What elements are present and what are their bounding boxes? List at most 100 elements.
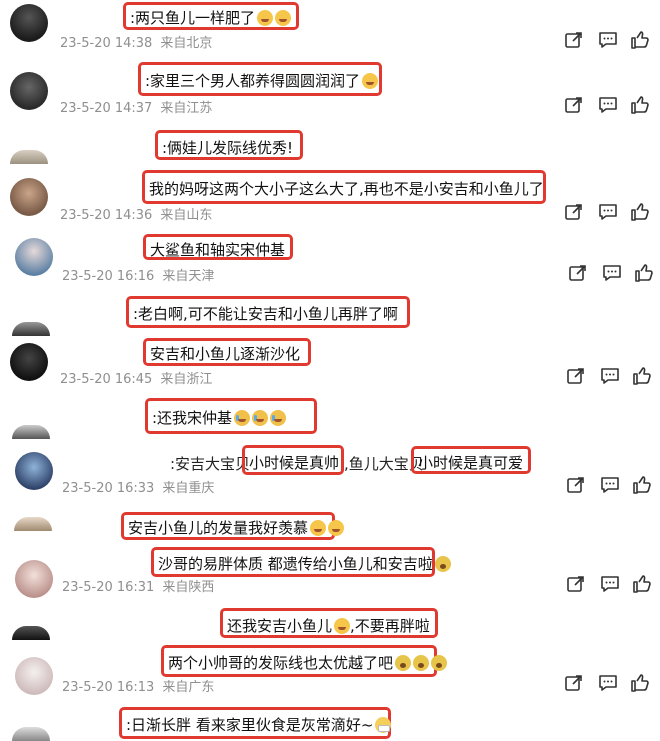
- share-icon[interactable]: [564, 673, 584, 693]
- avatar[interactable]: [12, 727, 50, 741]
- comment-meta: 23-5-20 16:33 来自重庆: [62, 477, 222, 496]
- thumbs-up-icon[interactable]: [630, 30, 650, 50]
- comment-time: 23-5-20 16:31: [62, 580, 155, 595]
- avatar[interactable]: [10, 150, 48, 164]
- thumbs-up-icon[interactable]: [630, 95, 650, 115]
- laugh-emoji-icon: [275, 10, 292, 26]
- crying-emoji-icon: [252, 410, 269, 426]
- thumbs-up-icon[interactable]: [632, 574, 652, 594]
- thumbs-up-icon[interactable]: [630, 202, 650, 222]
- avatar[interactable]: [10, 4, 48, 42]
- comment-meta: 23-5-20 14:36 来自山东: [60, 204, 220, 223]
- thumbs-up-icon[interactable]: [632, 366, 652, 386]
- comment-icon[interactable]: [600, 475, 620, 495]
- comment-time: 23-5-20 16:33: [62, 481, 155, 496]
- scared-emoji-icon: [413, 655, 430, 671]
- comment-text-after: ,不要再胖啦: [350, 617, 430, 635]
- share-icon[interactable]: [568, 263, 588, 283]
- comment-text: 小时候是真可爱: [418, 454, 524, 472]
- scared-emoji-icon: [434, 556, 451, 572]
- crying-emoji-icon: [270, 410, 287, 426]
- scared-emoji-icon: [395, 655, 412, 671]
- comment-time: 23-5-20 16:13: [62, 680, 155, 695]
- thumbs-up-icon[interactable]: [634, 263, 654, 283]
- share-icon[interactable]: [564, 95, 584, 115]
- comment-highlight: 还我安吉小鱼儿 ,不要再胖啦: [220, 608, 438, 638]
- comment-highlight: 小时候是真帅: [242, 445, 344, 475]
- comment-time: 23-5-20 14:37: [60, 101, 153, 116]
- comment-icon[interactable]: [600, 574, 620, 594]
- avatar[interactable]: [12, 626, 50, 640]
- comment-location: 来自浙江: [160, 372, 213, 387]
- avatar[interactable]: [15, 452, 53, 490]
- comment-highlight: :日渐长胖 看来家里伙食是灰常滴好~: [119, 707, 392, 739]
- comment-icon[interactable]: [602, 263, 622, 283]
- comment-meta: 23-5-20 14:37 来自江苏: [60, 97, 220, 116]
- share-icon[interactable]: [566, 366, 586, 386]
- comment-meta: 23-5-20 16:13 来自广东: [62, 676, 222, 695]
- avatar[interactable]: [14, 517, 52, 531]
- comment-highlight: 安吉和小鱼儿逐渐沙化: [143, 338, 311, 366]
- thumbs-up-icon[interactable]: [632, 475, 652, 495]
- avatar[interactable]: [15, 657, 53, 695]
- comment-highlight: 两个小帅哥的发际线也太优越了吧: [161, 645, 448, 677]
- comment-icon[interactable]: [600, 366, 620, 386]
- comment-text: :日渐长胖 看来家里伙食是灰常滴好~: [126, 716, 374, 734]
- comment-highlight: :还我宋仲基: [145, 398, 317, 434]
- comment-text: 安吉和小鱼儿逐渐沙化: [150, 345, 301, 363]
- crying-emoji-icon: [234, 410, 251, 426]
- share-icon[interactable]: [564, 202, 584, 222]
- comment-location: 来自江苏: [160, 101, 213, 116]
- comment-text: 两个小帅哥的发际线也太优越了吧: [168, 654, 394, 672]
- comment-icon[interactable]: [598, 202, 618, 222]
- comment-highlight: 沙哥的易胖体质 都遗传给小鱼儿和安吉啦: [151, 547, 451, 577]
- comment-location: 来自天津: [162, 269, 215, 284]
- avatar[interactable]: [12, 322, 50, 336]
- comment-highlight: :老白啊,可不能让安吉和小鱼儿再胖了啊: [126, 296, 410, 328]
- thumbs-up-icon[interactable]: [630, 673, 650, 693]
- comment-meta: 23-5-20 16:45 来自浙江: [60, 368, 220, 387]
- comment-icon[interactable]: [598, 95, 618, 115]
- comment-meta: 23-5-20 16:31 来自陕西: [62, 576, 222, 595]
- comment-text: 我的妈呀这两个大小子这么大了,再也不是小安吉和小鱼儿了: [149, 180, 544, 198]
- comment-text: 小时候是真帅: [249, 454, 340, 472]
- comment-highlight: :两只鱼儿一样肥了: [123, 2, 299, 30]
- avatar[interactable]: [15, 560, 53, 598]
- comment-highlight: 小时候是真可爱: [411, 446, 531, 474]
- share-icon[interactable]: [566, 574, 586, 594]
- comment-highlight: 我的妈呀这两个大小子这么大了,再也不是小安吉和小鱼儿了: [142, 170, 546, 204]
- comment-text: :老白啊,可不能让安吉和小鱼儿再胖了啊: [133, 305, 398, 323]
- scared-emoji-icon: [431, 655, 448, 671]
- comment-highlight: 安吉小鱼儿的发量我好羡慕: [121, 512, 345, 540]
- comment-time: 23-5-20 16:45: [60, 372, 153, 387]
- share-icon[interactable]: [566, 475, 586, 495]
- comment-icon[interactable]: [598, 673, 618, 693]
- comment-text: 沙哥的易胖体质 都遗传给小鱼儿和安吉啦: [158, 555, 433, 573]
- avatar[interactable]: [12, 425, 50, 439]
- laugh-emoji-icon: [328, 520, 345, 536]
- comment-text: :家里三个男人都养得圆圆润润了: [145, 72, 361, 90]
- comment-meta: 23-5-20 16:16 来自天津: [62, 265, 222, 284]
- laugh-emoji-icon: [310, 520, 327, 536]
- mask-emoji-icon: [375, 717, 392, 733]
- avatar[interactable]: [15, 238, 53, 276]
- laugh-emoji-icon: [334, 618, 351, 634]
- comment-meta: 23-5-20 14:38 来自北京: [60, 32, 220, 51]
- comment-location: 来自广东: [162, 680, 215, 695]
- comment-text: :还我宋仲基: [152, 409, 233, 427]
- avatar[interactable]: [10, 72, 48, 110]
- share-icon[interactable]: [564, 30, 584, 50]
- avatar[interactable]: [10, 343, 48, 381]
- avatar[interactable]: [10, 178, 48, 216]
- comment-text: 安吉小鱼儿的发量我好羡慕: [128, 519, 309, 537]
- comment-time: 23-5-20 16:16: [62, 269, 155, 284]
- comment-text: :两只鱼儿一样肥了: [130, 9, 256, 27]
- comment-icon[interactable]: [598, 30, 618, 50]
- laugh-emoji-icon: [362, 73, 379, 89]
- comment-text: 还我安吉小鱼儿: [227, 617, 333, 635]
- comment-highlight: :家里三个男人都养得圆圆润润了: [138, 62, 382, 96]
- comment-time: 23-5-20 14:38: [60, 36, 153, 51]
- comment-text: 大鲨鱼和轴实宋仲基: [150, 241, 286, 259]
- comment-location: 来自北京: [160, 36, 213, 51]
- comment-prefix: :安吉大宝贝: [170, 455, 251, 473]
